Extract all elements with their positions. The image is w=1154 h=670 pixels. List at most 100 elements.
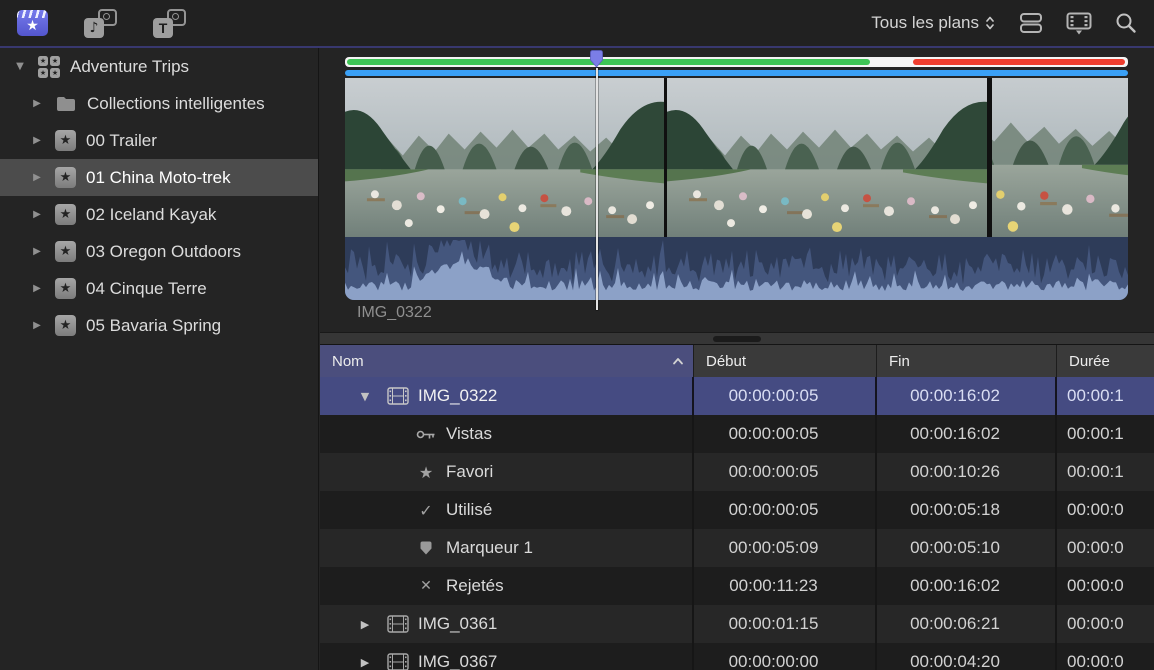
keyword-collection-icon: ★ — [55, 130, 76, 151]
disclosure-triangle[interactable]: ▶ — [30, 209, 44, 220]
duration-timecode: 00:00:1 — [1057, 377, 1154, 415]
filmstrip-icon — [386, 653, 410, 670]
start-timecode: 00:00:00:05 — [694, 491, 877, 529]
checkmark-icon: ✓ — [414, 501, 438, 520]
clip-name: IMG_0322 — [418, 386, 497, 406]
sidebar-item-01-china-moto-trek[interactable]: ▶ ★ 01 China Moto-trek — [0, 159, 318, 196]
disclosure-triangle[interactable]: ▶ — [30, 320, 44, 331]
filmstrip-arrow-icon — [1066, 12, 1092, 35]
splitter-grab-handle[interactable] — [713, 336, 761, 342]
disclosure-triangle[interactable]: ▼ — [358, 390, 372, 403]
table-row-utilise[interactable]: ✓ Utilisé 00:00:00:05 00:00:05:18 00:00:… — [320, 491, 1154, 529]
music-note-camera-icon: ♪ — [83, 9, 117, 38]
duration-timecode: 00:00:0 — [1057, 643, 1154, 670]
toolbar: ★ ♪ T Tous les plans — [0, 0, 1154, 46]
clip-name: IMG_0361 — [418, 614, 497, 634]
column-header-nom[interactable]: Nom — [320, 345, 694, 377]
table-row-marqueur-1[interactable]: Marqueur 1 00:00:05:09 00:00:05:10 00:00… — [320, 529, 1154, 567]
table-row-rejetes[interactable]: ✕ Rejetés 00:00:11:23 00:00:16:02 00:00:… — [320, 567, 1154, 605]
clip-view-toggle-button[interactable] — [1019, 12, 1043, 34]
star-icon: ★ — [414, 463, 438, 482]
start-timecode: 00:00:00:05 — [694, 415, 877, 453]
video-thumbnails[interactable] — [345, 78, 1128, 237]
sidebar-item-00-trailer[interactable]: ▶ ★ 00 Trailer — [0, 122, 318, 159]
search-button[interactable] — [1115, 12, 1137, 34]
table-row-vistas[interactable]: Vistas 00:00:00:05 00:00:16:02 00:00:1 — [320, 415, 1154, 453]
sidebar-item-03-oregon-outdoors[interactable]: ▶ ★ 03 Oregon Outdoors — [0, 233, 318, 270]
titles-generators-sidebar-button[interactable]: T — [152, 9, 186, 38]
disclosure-triangle[interactable]: ▼ — [13, 61, 27, 72]
end-timecode: 00:00:10:26 — [877, 453, 1057, 491]
filmstrip-icon — [386, 615, 410, 633]
sidebar-item-smart-collections[interactable]: ▶ Collections intelligentes — [0, 85, 318, 122]
column-label: Durée — [1069, 353, 1110, 370]
video-thumbnail[interactable] — [667, 78, 987, 237]
disclosure-triangle[interactable]: ▶ — [358, 656, 372, 669]
start-timecode: 00:00:05:09 — [694, 529, 877, 567]
table-row-img-0361[interactable]: ▶ IMG_0361 00:00:01:15 00:00:06:21 00:00… — [320, 605, 1154, 643]
keyword-collection-icon: ★ — [55, 167, 76, 188]
video-thumbnail[interactable] — [992, 78, 1128, 237]
start-timecode: 00:00:00:05 — [694, 453, 877, 491]
start-timecode: 00:00:01:15 — [694, 605, 877, 643]
filmstrip-icon — [386, 387, 410, 405]
sidebar-item-label: 04 Cinque Terre — [86, 279, 207, 299]
sidebar-item-label: Adventure Trips — [70, 57, 189, 77]
library-sidebar-button[interactable]: ★ — [17, 10, 48, 36]
photos-audio-sidebar-button[interactable]: ♪ — [83, 9, 117, 38]
rejected-range-stripe — [913, 59, 1125, 65]
disclosure-triangle[interactable]: ▶ — [358, 618, 372, 631]
column-header-duree[interactable]: Durée — [1057, 345, 1154, 377]
playhead-handle-icon[interactable] — [590, 50, 603, 68]
column-label: Nom — [332, 353, 364, 370]
letter-t-speaker-icon: T — [152, 9, 186, 38]
keyword-collection-icon: ★ — [55, 241, 76, 262]
disclosure-triangle[interactable]: ▶ — [30, 98, 44, 109]
end-timecode: 00:00:05:18 — [877, 491, 1057, 529]
audio-waveform — [345, 237, 1128, 300]
keyword-collection-icon: ★ — [55, 278, 76, 299]
pane-splitter[interactable] — [320, 332, 1154, 345]
sidebar-item-adventure-trips[interactable]: ▼ ★★★★ Adventure Trips — [0, 48, 318, 85]
duration-timecode: 00:00:0 — [1057, 567, 1154, 605]
clip-filmstrip[interactable] — [345, 57, 1128, 300]
table-row-img-0367[interactable]: ▶ IMG_0367 00:00:00:00 00:00:04:20 00:00… — [320, 643, 1154, 670]
final-cut-pro-browser: ★ ♪ T Tous les plans — [0, 0, 1154, 670]
start-timecode: 00:00:00:05 — [694, 377, 877, 415]
video-thumbnail[interactable] — [345, 78, 664, 237]
table-row-img-0322[interactable]: ▼ IMG_0322 00:00:00:05 00:00:16:02 00:00… — [320, 377, 1154, 415]
filmstrip-preview: IMG_0322 — [320, 48, 1154, 332]
table-row-favori[interactable]: ★ Favori 00:00:00:05 00:00:10:26 00:00:1 — [320, 453, 1154, 491]
end-timecode: 00:00:16:02 — [877, 567, 1057, 605]
table-header: Nom Début Fin Durée — [320, 345, 1154, 377]
duration-timecode: 00:00:0 — [1057, 491, 1154, 529]
clip-filter-dropdown[interactable]: Tous les plans — [871, 13, 996, 33]
duration-timecode: 00:00:0 — [1057, 605, 1154, 643]
sidebar-item-04-cinque-terre[interactable]: ▶ ★ 04 Cinque Terre — [0, 270, 318, 307]
end-timecode: 00:00:16:02 — [877, 415, 1057, 453]
disclosure-triangle[interactable]: ▶ — [30, 172, 44, 183]
end-timecode: 00:00:16:02 — [877, 377, 1057, 415]
marker-name: Marqueur 1 — [446, 538, 533, 558]
usage-name: Utilisé — [446, 500, 492, 520]
sort-ascending-icon — [672, 357, 684, 365]
column-header-fin[interactable]: Fin — [877, 345, 1057, 377]
filmstrip-view-button[interactable] — [1066, 12, 1092, 35]
keyword-name: Vistas — [446, 424, 492, 444]
column-header-debut[interactable]: Début — [694, 345, 877, 377]
playhead[interactable] — [590, 50, 603, 310]
sidebar-item-02-iceland-kayak[interactable]: ▶ ★ 02 Iceland Kayak — [0, 196, 318, 233]
end-timecode: 00:00:04:20 — [877, 643, 1057, 670]
disclosure-triangle[interactable]: ▶ — [30, 135, 44, 146]
disclosure-triangle[interactable]: ▶ — [30, 283, 44, 294]
clip-name-label: IMG_0322 — [357, 304, 432, 322]
rating-name: Rejetés — [446, 576, 504, 596]
sidebar-item-05-bavaria-spring[interactable]: ▶ ★ 05 Bavaria Spring — [0, 307, 318, 344]
sidebar-item-label: 03 Oregon Outdoors — [86, 242, 241, 262]
sidebar-item-label: 01 China Moto-trek — [86, 168, 231, 188]
keyword-range-stripe — [345, 70, 1128, 76]
disclosure-triangle[interactable]: ▶ — [30, 246, 44, 257]
reject-x-icon: ✕ — [414, 578, 438, 594]
libraries-sidebar: ▼ ★★★★ Adventure Trips ▶ Collections int… — [0, 48, 319, 670]
duration-timecode: 00:00:1 — [1057, 415, 1154, 453]
